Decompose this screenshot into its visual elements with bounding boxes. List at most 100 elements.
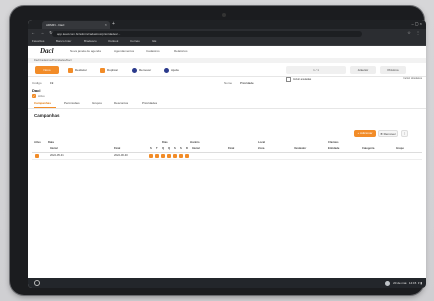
breadcrumb[interactable]: Dacl/Cadastros/Prioridades/Dacl [28, 58, 426, 63]
name-label: Nome [224, 81, 233, 85]
close-icon[interactable]: × [105, 21, 107, 29]
day-checkbox-sat[interactable] [179, 154, 183, 158]
bookmark-item[interactable]: Outlook [108, 38, 118, 45]
remove-record-label: Remover [139, 68, 152, 72]
section-title: Campanhas [34, 113, 60, 118]
launcher-icon[interactable] [34, 280, 40, 286]
table-row[interactable]: 2022-05-31 2022-06-30 [32, 153, 422, 160]
help-button[interactable]: Ajuda [164, 66, 179, 74]
group-days: Dias [162, 141, 168, 144]
col-start-time: Inicial [192, 147, 200, 150]
day-checkbox-wed[interactable] [161, 154, 165, 158]
day-checkbox-sun[interactable] [185, 154, 189, 158]
col-mon: S [150, 147, 152, 150]
add-button[interactable]: + Adicionar [354, 130, 376, 137]
undo-label: Desfazer [75, 68, 88, 72]
code-label: Código [32, 81, 42, 85]
x-icon: ✕ [380, 132, 383, 136]
bookmarks-bar: Favoritos Banco Inter Bradesco Outlook C… [28, 38, 426, 46]
camera [222, 13, 226, 17]
remove-record-button[interactable]: Remover [132, 66, 151, 74]
record-title: Dacl [32, 88, 41, 93]
group-location: Local [258, 141, 266, 144]
active-label: Ativo [38, 94, 45, 98]
window-controls-icon[interactable]: – ▢ × [411, 21, 422, 26]
bookmark-item[interactable]: Bradesco [84, 38, 97, 45]
cell-start-date[interactable]: 2022-05-31 [50, 154, 64, 157]
new-button[interactable]: Novo [35, 66, 59, 74]
nav-item[interactable]: Agendamentos [114, 49, 134, 53]
help-label: Ajuda [171, 68, 179, 72]
remove-button[interactable]: ✕ Remover [378, 130, 398, 137]
include-voided-label: Incluir anuladas [293, 78, 312, 82]
checkbox-icon [286, 77, 291, 82]
col-seller: Vendedor [294, 147, 307, 150]
include-obsolete-filter[interactable]: Incluir obsoletos [403, 77, 422, 80]
group-clients: Clientes [328, 141, 339, 144]
nav-item[interactable]: Cadastros [146, 49, 160, 53]
new-tab-icon[interactable]: + [112, 21, 115, 27]
tab-priorities[interactable]: Prioridades [142, 101, 157, 105]
col-sun: D [186, 147, 188, 150]
toolbar: Novo Desfazer Duplicar Remover Ajuda 1 /… [28, 64, 426, 77]
nav-item[interactable]: Nova janela de agenda [70, 49, 101, 53]
tray-time: 14:15 [408, 281, 417, 285]
table-group-header: Ativo Data Dias Horário Local Clientes [32, 141, 422, 146]
browser-tab-bar: ADMIN - Dacl × + – ▢ × [28, 20, 426, 29]
include-voided-filter[interactable]: Incluir anuladas [286, 77, 311, 82]
col-group: Grupo [396, 147, 405, 150]
tab-campaigns[interactable]: Campanhas [34, 101, 51, 105]
undo-icon [68, 67, 73, 73]
help-icon [164, 67, 169, 73]
col-zone: Zona [258, 147, 265, 150]
tab-permissions[interactable]: Permissões [64, 101, 80, 105]
tab-bar: Campanhas Permissões Grupos Descontos Pr… [28, 100, 426, 109]
active-checkbox[interactable]: ✓ [32, 94, 36, 98]
group-active: Ativo [34, 141, 41, 144]
col-end-time: Final [228, 147, 235, 150]
browser-tab[interactable]: ADMIN - Dacl × [42, 21, 110, 29]
account-icon [385, 280, 391, 286]
remove-icon [132, 67, 137, 73]
code-value[interactable]: 19 [50, 81, 53, 85]
remove-label: Remover [383, 132, 396, 136]
day-checkbox-fri[interactable] [173, 154, 177, 158]
col-tue: T [156, 147, 158, 150]
system-tray[interactable]: 20 de mai. 14:15 ▾ ▮ [385, 280, 422, 286]
row-edit-icon[interactable] [35, 154, 39, 158]
name-value[interactable]: Prioridade [240, 81, 254, 85]
tab-discounts[interactable]: Descontos [114, 101, 128, 105]
active-tab-indicator [34, 107, 56, 108]
tray-date: 20 de mai. [393, 281, 408, 285]
col-category: Categoria [362, 147, 375, 150]
day-checkbox-thu[interactable] [167, 154, 171, 158]
bookmark-item[interactable]: Correio [130, 38, 140, 45]
col-entity: Entidade [328, 147, 340, 150]
add-label: Adicionar [359, 131, 373, 135]
tab-groups[interactable]: Grupos [92, 101, 102, 105]
col-end-date: Final [114, 147, 121, 150]
tablet-frame: ADMIN - Dacl × + – ▢ × ← → ↻ app.lead.co… [10, 6, 426, 295]
address-bar: ← → ↻ app.lead.com.br/admin/cadastros/pr… [28, 29, 426, 38]
screen: ADMIN - Dacl × + – ▢ × ← → ↻ app.lead.co… [28, 20, 426, 288]
app-logo[interactable]: Dacl [40, 47, 54, 55]
bookmark-item[interactable]: Banco Inter [56, 38, 71, 45]
more-options-icon[interactable]: ⋮ [401, 130, 408, 137]
cell-end-date[interactable]: 2022-06-30 [114, 154, 128, 157]
day-checkbox-mon[interactable] [149, 154, 153, 158]
extensions-icon[interactable]: ☆ ⋮ [407, 30, 422, 35]
undo-button[interactable]: Desfazer [68, 66, 87, 74]
nav-item[interactable]: Relatórios [174, 49, 188, 53]
group-time: Horário [190, 141, 200, 144]
duplicate-icon [100, 67, 105, 73]
group-date: Data [48, 141, 54, 144]
col-wed: Q [162, 147, 165, 150]
day-checkbox-tue[interactable] [155, 154, 159, 158]
next-button[interactable]: Próximo [380, 66, 406, 74]
url-field[interactable]: app.lead.com.br/admin/cadastros/priorida… [52, 30, 362, 37]
duplicate-label: Duplicar [107, 68, 119, 72]
bookmark-item[interactable]: Favoritos [32, 38, 44, 45]
duplicate-button[interactable]: Duplicar [100, 66, 118, 74]
prev-button[interactable]: Anterior [350, 66, 376, 74]
bookmark-item[interactable]: GE [152, 38, 156, 45]
